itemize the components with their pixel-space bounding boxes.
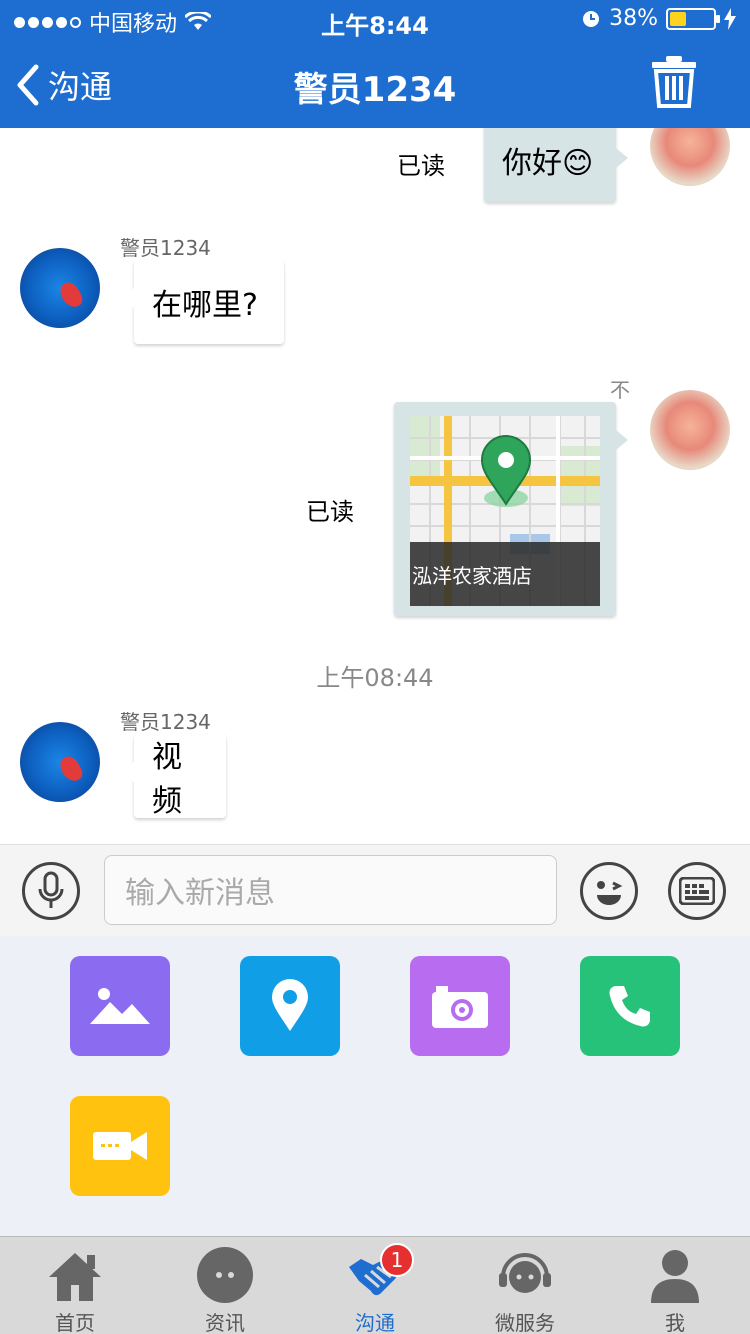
my-avatar[interactable] (650, 390, 730, 470)
map-preview: 泓洋农家酒店 (410, 416, 600, 606)
battery-percent: 38% (609, 6, 658, 31)
keyboard-icon (679, 877, 715, 905)
location-name: 泓洋农家酒店 (410, 542, 600, 606)
tab-label: 首页 (55, 1311, 95, 1334)
headset-icon (499, 1253, 551, 1293)
bubble-tail (122, 288, 134, 308)
tab-news[interactable]: 资讯 (150, 1237, 300, 1334)
unread-note: 不 (610, 378, 630, 402)
message-timestamp: 上午08:44 (316, 664, 434, 692)
message-bubble[interactable]: 视频 (134, 734, 226, 819)
microphone-icon (38, 871, 64, 908)
page-title: 警员1234 (293, 70, 457, 110)
image-icon (90, 988, 150, 1024)
location-button[interactable] (240, 956, 340, 1056)
tab-label: 资讯 (205, 1311, 245, 1334)
status-bar: 中国移动 上午8:44 38% (0, 0, 750, 40)
sender-name: 警员1234 (120, 710, 211, 734)
wink-icon (597, 881, 623, 905)
top-bar: 中国移动 上午8:44 38% 沟通 警员1234 (0, 0, 750, 128)
emoji-button[interactable] (580, 862, 638, 920)
charging-icon (724, 7, 736, 30)
contact-avatar[interactable] (20, 248, 100, 328)
alarm-icon (583, 10, 600, 27)
tab-bar: 首页 资讯 1 沟通 微服务 我 (0, 1236, 750, 1334)
chat-list[interactable]: 已读 你好😊 警员1234 在哪里? 不 已读 泓洋农家酒店 上午08:44 警… (0, 128, 750, 844)
my-avatar[interactable] (650, 128, 730, 186)
sender-name: 警员1234 (120, 236, 211, 260)
bubble-tail (616, 148, 628, 168)
tab-label: 微服务 (495, 1311, 555, 1334)
tab-home[interactable]: 首页 (0, 1237, 150, 1334)
tab-communicate[interactable]: 1 沟通 (300, 1237, 450, 1334)
person-icon (651, 1250, 699, 1303)
tab-label: 我 (665, 1311, 685, 1334)
attachment-panel (0, 936, 750, 1236)
call-button[interactable] (580, 956, 680, 1056)
camera-button[interactable] (410, 956, 510, 1056)
contact-avatar[interactable] (20, 722, 100, 802)
location-icon (272, 979, 308, 1031)
tab-service[interactable]: 微服务 (450, 1237, 600, 1334)
battery-icon (666, 7, 720, 30)
video-icon (93, 1132, 147, 1160)
notification-badge: 1 (380, 1243, 414, 1277)
camera-icon (432, 986, 488, 1028)
tab-me[interactable]: 我 (600, 1237, 750, 1334)
read-receipt: 已读 (397, 152, 445, 180)
image-button[interactable] (70, 956, 170, 1056)
phone-icon (609, 986, 650, 1027)
chat-bubble-icon (197, 1247, 253, 1303)
message-input[interactable]: 输入新消息 (104, 855, 557, 925)
message-text: 在哪里? (152, 288, 258, 323)
input-bar: 输入新消息 (0, 844, 750, 936)
message-text: 视频 (152, 740, 182, 819)
voice-button[interactable] (22, 862, 80, 920)
bubble-tail (122, 762, 134, 782)
location-message[interactable]: 泓洋农家酒店 (394, 402, 616, 616)
bubble-tail (616, 430, 628, 450)
tab-label: 沟通 (355, 1311, 395, 1334)
video-button[interactable] (70, 1096, 170, 1196)
nav-bar: 沟通 警员1234 (0, 40, 750, 128)
message-bubble[interactable]: 你好😊 (484, 128, 616, 202)
keyboard-button[interactable] (668, 862, 726, 920)
message-bubble[interactable]: 在哪里? (134, 260, 284, 344)
home-icon (49, 1253, 101, 1301)
message-text: 你好😊 (502, 146, 594, 181)
read-receipt: 已读 (306, 498, 354, 526)
trash-icon[interactable] (652, 56, 696, 108)
